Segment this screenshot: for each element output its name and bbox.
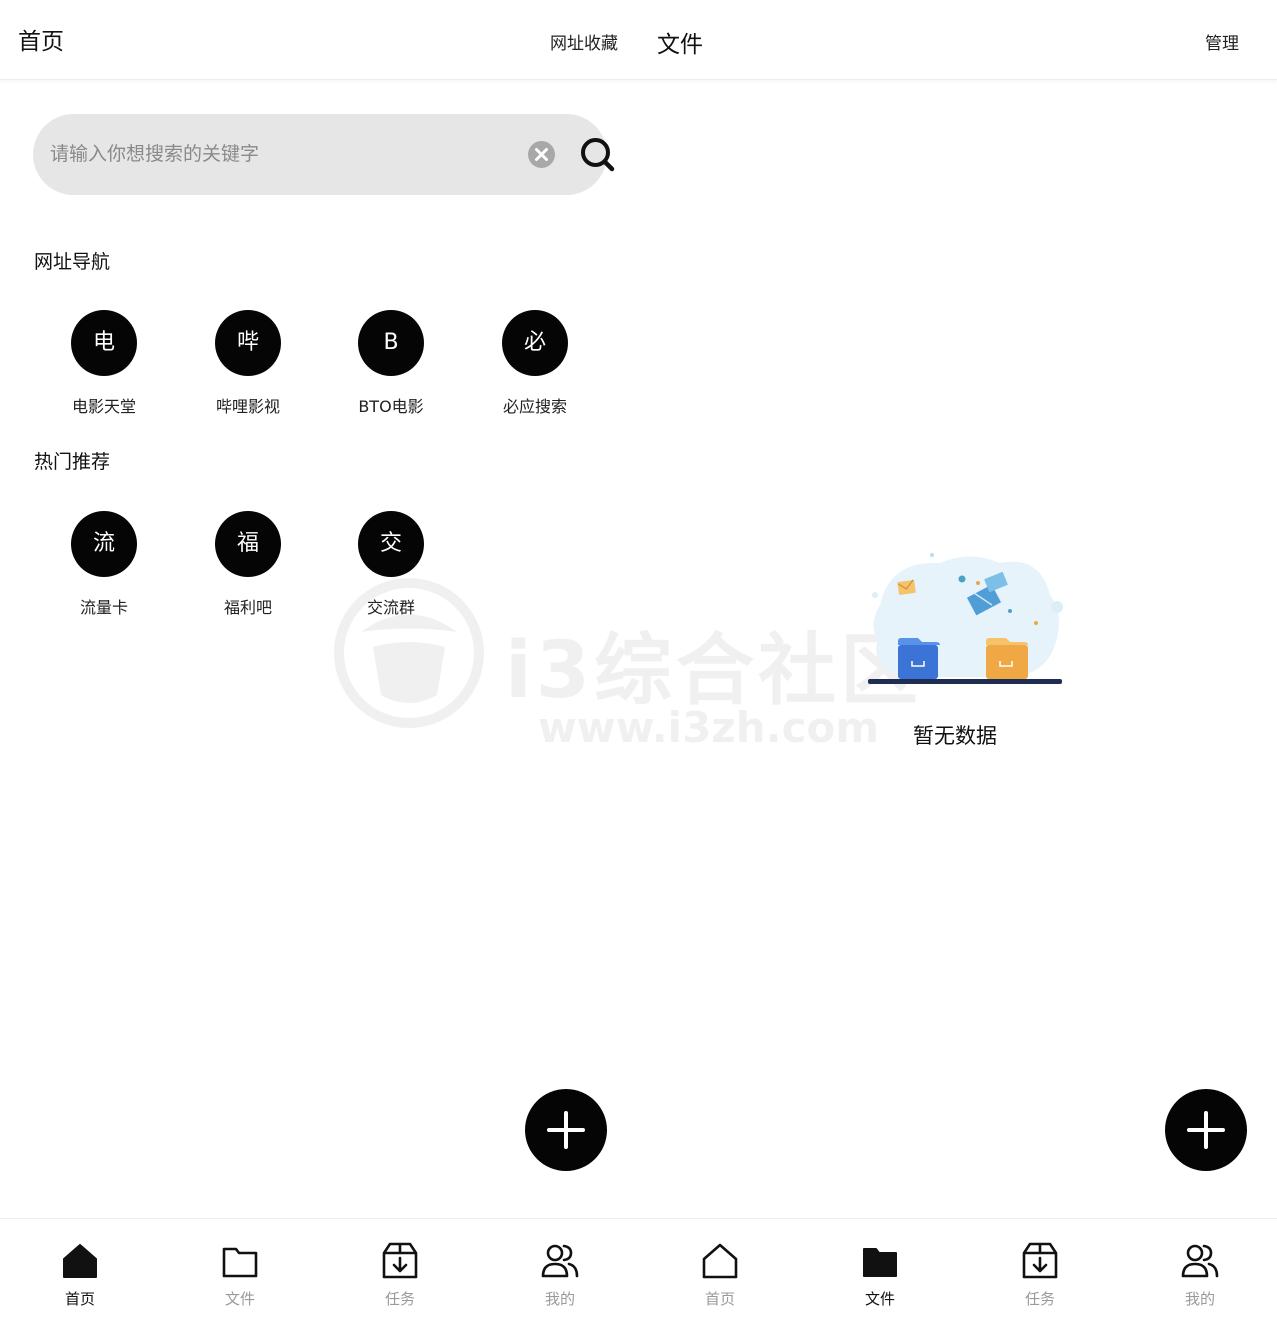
watermark-logo-icon	[333, 577, 485, 729]
bottom-nav-label: 文件	[224, 1290, 255, 1308]
nav-item-label: BTO电影	[358, 397, 424, 416]
nav-item-avatar: 哔	[215, 310, 281, 376]
nav-item-bili-video[interactable]: 哔 哔哩影视	[193, 310, 303, 417]
tab-files[interactable]: 文件	[657, 25, 703, 59]
bottom-nav-mine-2[interactable]: 我的	[1150, 1241, 1250, 1309]
plus-icon	[1187, 1111, 1225, 1149]
hot-item-avatar: 交	[358, 511, 424, 577]
search-icon[interactable]	[579, 136, 617, 174]
home-outline-icon	[702, 1243, 738, 1279]
bottom-nav-tasks[interactable]: 任务	[350, 1241, 450, 1309]
search-input[interactable]	[50, 136, 480, 172]
top-bar: 首页 网址收藏 文件 管理	[0, 0, 1277, 80]
users-icon	[1181, 1244, 1219, 1278]
nav-item-bing-search[interactable]: 必 必应搜索	[480, 310, 590, 417]
folder-outline-icon	[222, 1247, 258, 1278]
add-file-button[interactable]	[1165, 1089, 1247, 1171]
download-box-icon	[1022, 1242, 1058, 1279]
nav-item-label: 必应搜索	[502, 397, 567, 416]
bottom-nav-home[interactable]: 首页	[30, 1241, 130, 1309]
bottom-nav-label: 首页	[704, 1290, 735, 1308]
download-box-icon	[382, 1242, 418, 1279]
nav-section-title: 网址导航	[34, 251, 111, 273]
bottom-nav-label: 任务	[1024, 1290, 1055, 1308]
nav-item-avatar: B	[358, 310, 424, 376]
nav-item-movie-heaven[interactable]: 电 电影天堂	[49, 310, 159, 417]
empty-folder-illustration	[860, 545, 1070, 690]
hot-item-label: 流量卡	[79, 598, 128, 617]
bottom-nav-label: 文件	[864, 1290, 895, 1308]
clear-icon[interactable]	[528, 141, 555, 168]
bottom-nav-files-2[interactable]: 文件	[830, 1241, 930, 1309]
empty-state-text: 暂无数据	[913, 724, 997, 748]
bottom-nav-label: 任务	[384, 1290, 415, 1308]
bottom-nav-files[interactable]: 文件	[190, 1241, 290, 1309]
bottom-nav-label: 我的	[1184, 1290, 1215, 1308]
hot-item-label: 福利吧	[223, 598, 272, 617]
bottom-nav-tasks-2[interactable]: 任务	[990, 1241, 1090, 1309]
search-bar	[33, 114, 615, 195]
app-root: 首页 网址收藏 文件 管理 网址导航 电 电影天堂 哔 哔哩影视 B BTO电影	[0, 0, 1277, 1333]
nav-item-avatar: 必	[502, 310, 568, 376]
bottom-nav-label: 首页	[64, 1290, 95, 1308]
hot-item-avatar: 福	[215, 511, 281, 577]
home-filled-icon	[63, 1244, 97, 1278]
plus-icon	[547, 1111, 585, 1149]
nav-item-label: 电影天堂	[71, 397, 136, 416]
hot-item-welfare[interactable]: 福 福利吧	[193, 511, 303, 618]
nav-item-bto-movie[interactable]: B BTO电影	[336, 310, 446, 417]
folder-filled-icon	[863, 1248, 897, 1277]
users-icon	[541, 1244, 579, 1278]
page-title: 首页	[18, 29, 64, 55]
manage-button[interactable]: 管理	[1205, 29, 1239, 54]
tab-bookmarks[interactable]: 网址收藏	[550, 29, 618, 54]
bottom-nav-label: 我的	[544, 1290, 575, 1308]
bottom-nav: 首页 文件 任务 我的 首页 文件 任务 我的	[0, 1218, 1277, 1333]
hot-section-title: 热门推荐	[34, 451, 111, 473]
nav-item-label: 哔哩影视	[215, 397, 280, 416]
hot-item-avatar: 流	[71, 511, 137, 577]
nav-item-avatar: 电	[71, 310, 137, 376]
bottom-nav-home-2[interactable]: 首页	[670, 1241, 770, 1309]
hot-item-data-card[interactable]: 流 流量卡	[49, 511, 159, 618]
bottom-nav-mine[interactable]: 我的	[510, 1241, 610, 1309]
watermark-url: www.i3zh.com	[538, 703, 880, 752]
add-button[interactable]	[525, 1089, 607, 1171]
